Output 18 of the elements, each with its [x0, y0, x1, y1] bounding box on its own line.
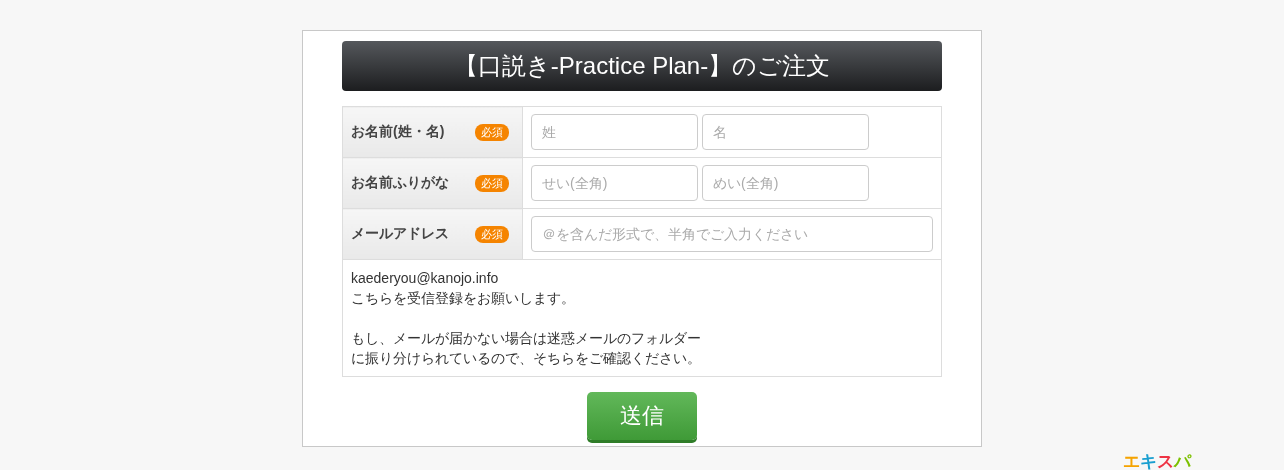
input-field[interactable]: 姓 — [531, 114, 698, 150]
note-text: こちらを受信登録をお願いします。 — [351, 289, 576, 308]
input-field[interactable]: めい(全角) — [702, 165, 869, 201]
required-badge: 必須 — [475, 174, 509, 192]
note-text: に振り分けられているので、そちらをご確認ください。 — [351, 349, 702, 368]
site-logo: エキスパ — [1123, 453, 1191, 470]
field-label: メールアドレス — [351, 225, 449, 243]
field-label: お名前ふりがな — [351, 174, 449, 192]
input-field[interactable]: せい(全角) — [531, 165, 698, 201]
note-text: もし、メールが届かない場合は迷惑メールのフォルダー — [351, 329, 702, 348]
submit-button[interactable]: 送信 — [587, 392, 697, 440]
input-field[interactable]: 名 — [702, 114, 869, 150]
input-field[interactable]: ＠を含んだ形式で、半角でご入力ください — [531, 216, 933, 252]
required-badge: 必須 — [475, 225, 509, 243]
field-label: お名前(姓・名) — [351, 123, 445, 141]
required-badge: 必須 — [475, 123, 509, 141]
note-text: kaederyou@kanojo.info — [351, 269, 500, 288]
form-title: 【口説き-Practice Plan-】のご注文 — [342, 41, 942, 91]
